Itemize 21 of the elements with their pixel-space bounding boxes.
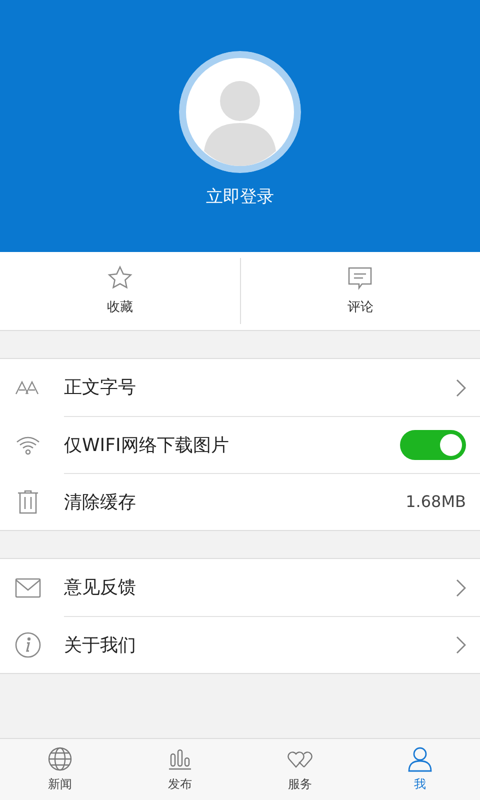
favorites-button[interactable]: 收藏 (0, 252, 240, 330)
settings-row[interactable]: 意见反馈 (0, 559, 480, 616)
chevron-icon (456, 578, 466, 596)
toggle-switch[interactable] (400, 430, 466, 460)
person-icon (407, 746, 433, 772)
login-button[interactable]: 立即登录 (206, 185, 274, 211)
chevron-icon (456, 378, 466, 396)
chevron-icon (456, 636, 466, 654)
cache-size: 1.68MB (406, 491, 466, 513)
info-icon (14, 630, 42, 658)
nav-tab[interactable]: 服务 (240, 739, 360, 800)
nav-tab[interactable]: 新闻 (0, 739, 120, 800)
setting-label: 清除缓存 (64, 490, 137, 514)
globe-icon (47, 746, 73, 772)
nav-tab[interactable]: 我 (360, 739, 480, 800)
settings-row[interactable]: 正文字号 (0, 359, 480, 416)
settings-row[interactable]: 关于我们 (0, 616, 480, 673)
nav-tab[interactable]: 发布 (120, 739, 240, 800)
avatar-icon (179, 51, 301, 174)
setting-label: 仅WIFI网络下载图片 (64, 434, 230, 458)
comments-button[interactable]: 评论 (240, 252, 480, 330)
